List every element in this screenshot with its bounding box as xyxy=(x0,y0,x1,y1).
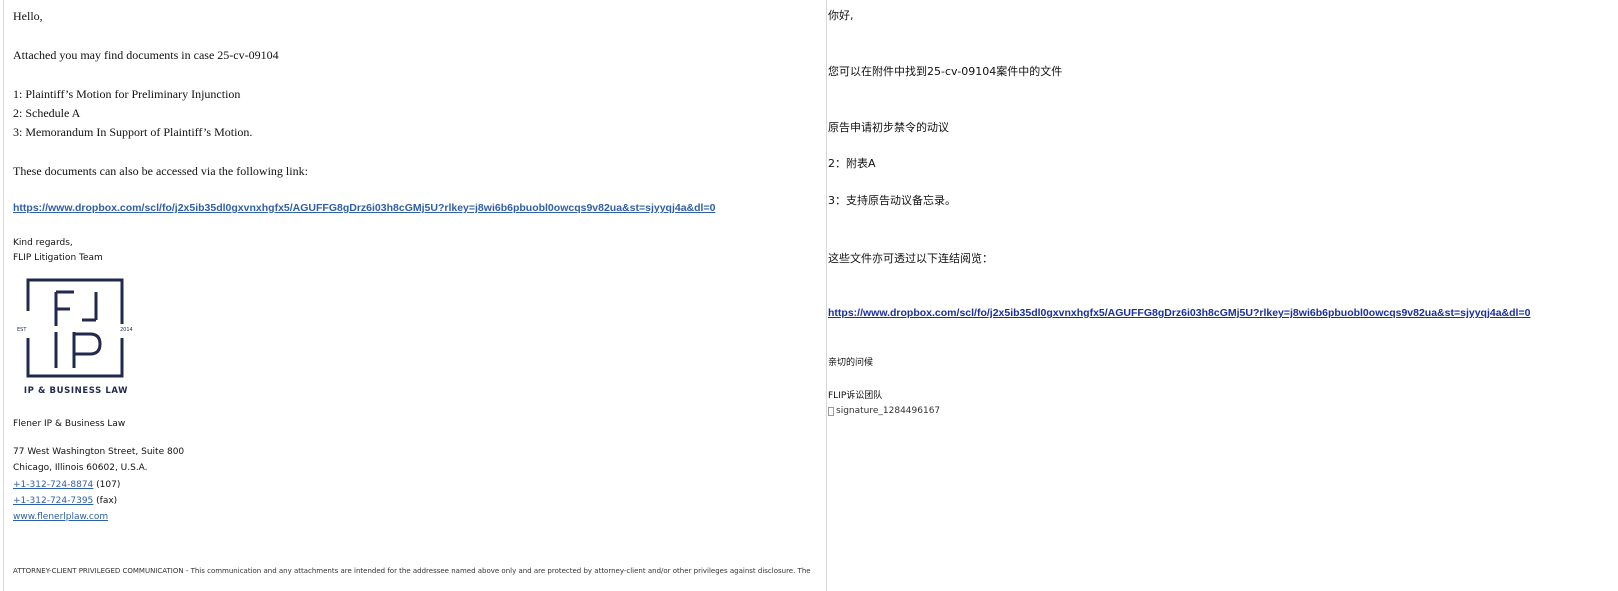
signature-team: FLIP Litigation Team xyxy=(13,253,103,263)
logo-year: 2014 xyxy=(120,327,133,333)
flip-logo-graphic: EST 2014 IP & BUSINESS LAW xyxy=(17,278,133,396)
address-line-1: 77 West Washington Street, Suite 800 xyxy=(13,447,185,457)
flip-logo: EST 2014 IP & BUSINESS LAW xyxy=(16,276,141,401)
cn-dropbox-link[interactable]: https://www.dropbox.com/scl/fo/j2x5ib35d… xyxy=(828,307,1530,319)
logo-caption: IP & BUSINESS LAW xyxy=(24,386,128,396)
legal-disclaimer: ATTORNEY-CLIENT PRIVILEGED COMMUNICATION… xyxy=(13,567,811,575)
access-text: These documents can also be accessed via… xyxy=(13,164,308,178)
logo-est: EST xyxy=(17,327,27,333)
document-item-3: 3: Memorandum In Support of Plaintiff’s … xyxy=(13,125,253,139)
firm-name: Flener IP & Business Law xyxy=(13,419,126,429)
email-page: Hello, Attached you may find documents i… xyxy=(0,0,1618,591)
translated-email-pane[interactable]: 你好, 您可以在附件中找到25-cv-09104案件中的文件 原告申请初步禁令的… xyxy=(828,0,1608,591)
original-email-pane[interactable]: Hello, Attached you may find documents i… xyxy=(3,0,827,591)
website-link[interactable]: www.flenerlplaw.com xyxy=(13,512,108,522)
intro-text: Attached you may find documents in case … xyxy=(13,48,279,62)
document-item-1: 1: Plaintiff’s Motion for Preliminary In… xyxy=(13,87,241,101)
phone-link[interactable]: +1-312-724-8874 xyxy=(13,480,93,490)
fax-link[interactable]: +1-312-724-7395 xyxy=(13,496,93,506)
document-item-2: 2: Schedule A xyxy=(13,106,81,120)
cn-greeting: 你好, xyxy=(828,9,854,22)
dropbox-link[interactable]: https://www.dropbox.com/scl/fo/j2x5ib35d… xyxy=(13,202,715,214)
cn-document-item-2: 2：附表A xyxy=(828,157,876,170)
closing-regards: Kind regards, xyxy=(13,238,73,248)
cn-closing-regards: 亲切的问候 xyxy=(828,358,874,368)
fax-suffix: (fax) xyxy=(93,496,118,506)
phone-row: +1-312-724-8874 (107) xyxy=(13,479,120,491)
cn-access-text: 这些文件亦可透过以下连结阅览： xyxy=(828,252,993,265)
fax-row: +1-312-724-7395 (fax) xyxy=(13,495,117,507)
greeting: Hello, xyxy=(13,9,43,23)
cn-signature-team: FLIP诉讼团队 xyxy=(828,391,883,401)
phone-ext: (107) xyxy=(93,480,121,490)
signature-alt-text: signature_1284496167 xyxy=(836,406,941,416)
signature-image-placeholder: signature_1284496167 xyxy=(828,406,940,416)
cn-intro-text: 您可以在附件中找到25-cv-09104案件中的文件 xyxy=(828,65,1063,78)
broken-image-icon xyxy=(828,406,834,416)
address-line-2: Chicago, Illinois 60602, U.S.A. xyxy=(13,463,148,473)
cn-document-item-1: 原告申请初步禁令的动议 xyxy=(828,121,949,134)
cn-document-item-3: 3：支持原告动议备忘录。 xyxy=(828,194,956,207)
